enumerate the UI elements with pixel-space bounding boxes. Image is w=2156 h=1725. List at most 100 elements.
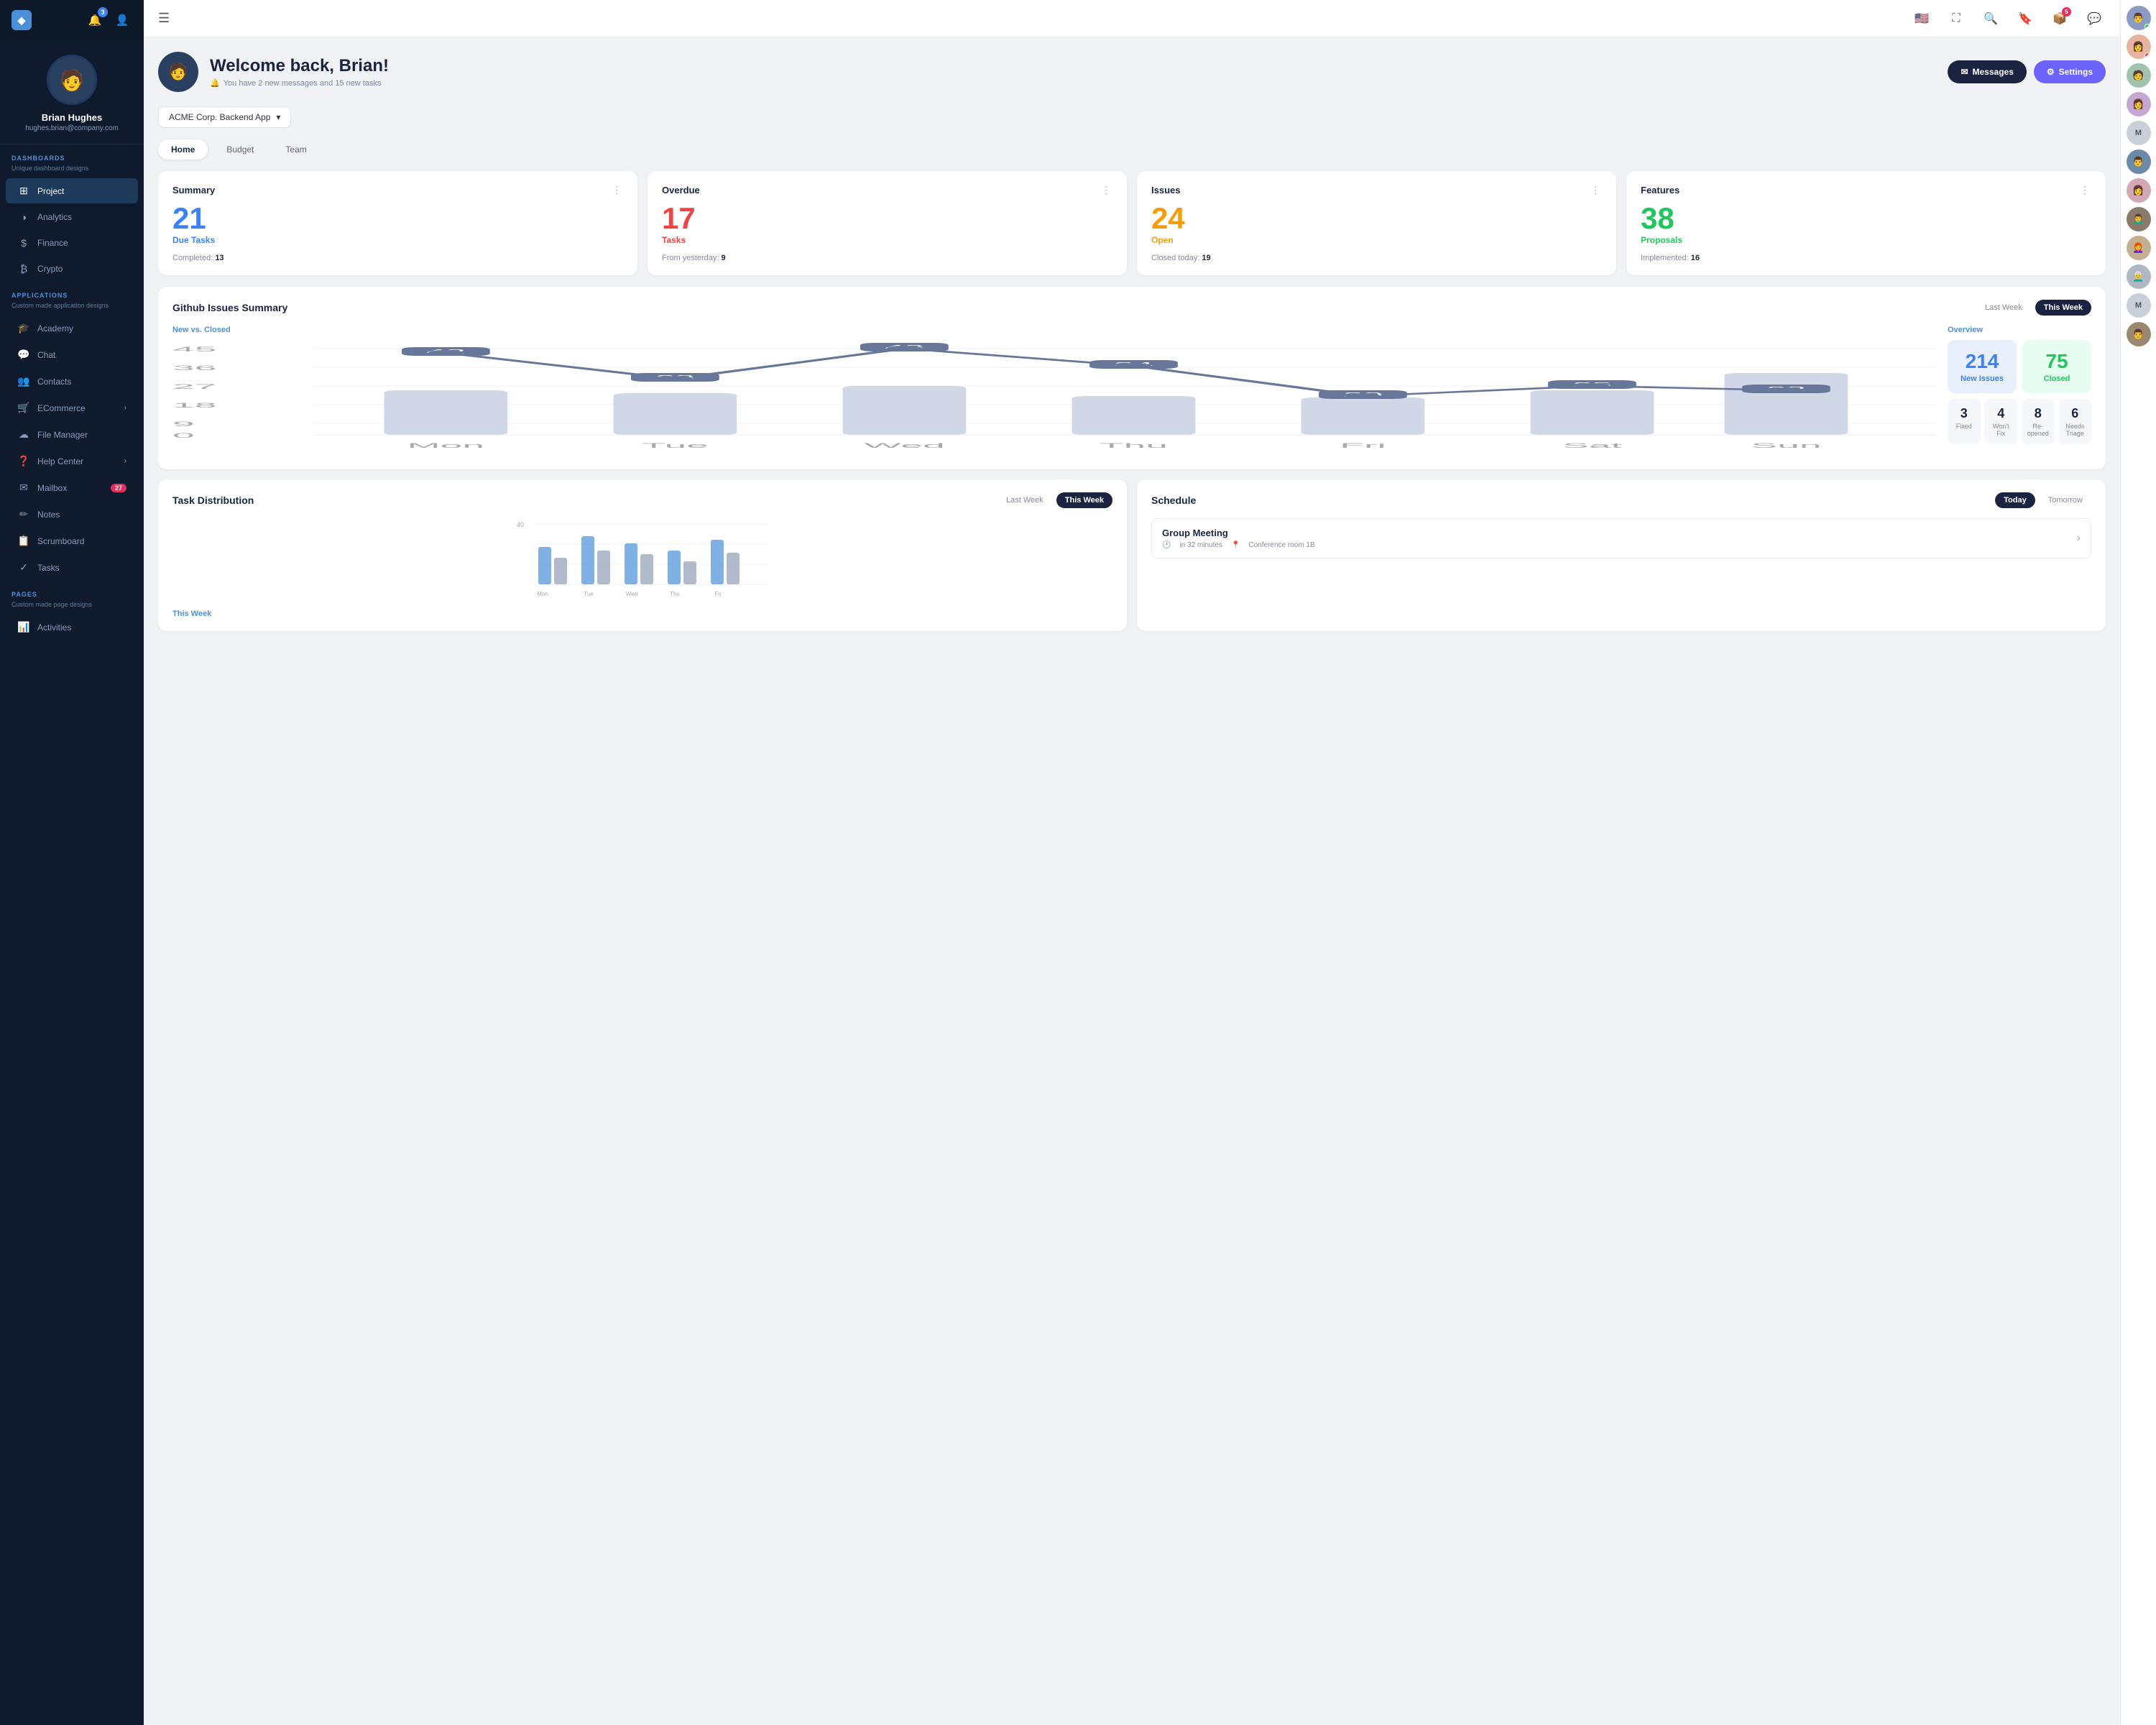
sidebar-item-mailbox[interactable]: ✉ Mailbox 27 — [6, 475, 138, 500]
schedule-item-chevron-icon[interactable]: › — [2077, 532, 2081, 545]
search-icon[interactable]: 🔍 — [1979, 7, 2002, 30]
schedule-day-buttons: Today Tomorrow — [1995, 492, 2091, 508]
tab-home[interactable]: Home — [158, 139, 208, 160]
right-sidebar-avatar-6[interactable]: 👩 — [2127, 178, 2151, 203]
applications-section-sub: Custom made application designs — [0, 302, 144, 315]
notifications-icon[interactable]: 🔔 3 — [85, 10, 105, 30]
dashboards-section-sub: Unique dashboard designs — [0, 165, 144, 178]
sidebar-item-scrumboard[interactable]: 📋 Scrumboard — [6, 528, 138, 553]
messages-icon[interactable]: 💬 — [2083, 7, 2106, 30]
sidebar-item-notes[interactable]: ✏ Notes — [6, 502, 138, 527]
right-sidebar-avatar-9[interactable]: 👨‍🦳 — [2127, 264, 2151, 289]
project-selector[interactable]: ACME Corp. Backend App ▾ — [158, 106, 291, 128]
wontfix-mini-card: 4 Won't Fix — [1985, 399, 2018, 444]
sidebar-item-label: Chat — [37, 350, 55, 360]
gear-icon: ⚙ — [2047, 67, 2055, 77]
sidebar-item-crypto[interactable]: ₿ Crypto — [6, 257, 138, 281]
sidebar-item-academy[interactable]: 🎓 Academy — [6, 316, 138, 341]
right-sidebar: 👨 👩 🧑 👩 M 👨 👩 👨‍🦱 👩‍🦰 👨‍🦳 M 👨 — [2120, 0, 2156, 1725]
right-sidebar-avatar-10[interactable]: 👨 — [2127, 322, 2151, 346]
features-card-menu-icon[interactable]: ⋮ — [2080, 184, 2091, 196]
overdue-card-menu-icon[interactable]: ⋮ — [1101, 184, 1112, 196]
sidebar-item-ecommerce[interactable]: 🛒 ECommerce › — [6, 395, 138, 420]
sidebar-item-project[interactable]: ⊞ Project — [6, 178, 138, 203]
reopened-number: 8 — [2026, 406, 2050, 421]
svg-text:36: 36 — [172, 364, 216, 372]
fullscreen-icon[interactable]: ⛶ — [1945, 7, 1968, 30]
sidebar-item-activities[interactable]: 📊 Activities — [6, 615, 138, 640]
schedule-tomorrow-button[interactable]: Tomorrow — [2040, 492, 2091, 508]
right-sidebar-avatar-5[interactable]: 👨 — [2127, 150, 2151, 174]
features-card-title: Features — [1641, 185, 1680, 196]
helpcenter-icon: ❓ — [17, 455, 30, 467]
right-sidebar-avatar-m2[interactable]: M — [2127, 293, 2151, 318]
settings-button[interactable]: ⚙ Settings — [2034, 60, 2106, 83]
chart-area: 45 36 27 18 9 0 — [172, 341, 1936, 456]
hamburger-menu-icon[interactable]: ☰ — [158, 11, 170, 26]
right-sidebar-avatar-8[interactable]: 👩‍🦰 — [2127, 236, 2151, 260]
schedule-today-button[interactable]: Today — [1995, 492, 2035, 508]
content-wrapper: ☰ 🇺🇸 ⛶ 🔍 🔖 📦 5 💬 🧑 Welcome back, Brian! … — [144, 0, 2156, 1725]
sidebar-top: ◆ 🔔 3 👤 — [0, 0, 144, 40]
wontfix-label: Won't Fix — [1989, 423, 2014, 437]
right-sidebar-avatar-7[interactable]: 👨‍🦱 — [2127, 207, 2151, 231]
features-card-number: 38 — [1641, 203, 2091, 234]
features-card-label: Proposals — [1641, 235, 2091, 245]
reopened-label: Re-opened — [2026, 423, 2050, 437]
task-this-week-button[interactable]: This Week — [1056, 492, 1112, 508]
issues-card-footer: Closed today: 19 — [1151, 254, 1602, 262]
right-sidebar-avatar-1[interactable]: 👨 — [2127, 6, 2151, 30]
academy-icon: 🎓 — [17, 322, 30, 334]
user-profile-icon[interactable]: 👤 — [112, 10, 132, 30]
right-sidebar-avatar-2[interactable]: 👩 — [2127, 34, 2151, 59]
flag-icon[interactable]: 🇺🇸 — [1910, 7, 1933, 30]
sidebar-item-tasks[interactable]: ✓ Tasks — [6, 555, 138, 580]
task-chart-svg: 40 — [172, 518, 1112, 604]
envelope-icon: ✉ — [1961, 67, 1968, 77]
github-issues-panel: Github Issues Summary Last Week This Wee… — [158, 287, 2106, 469]
finance-icon: $ — [17, 237, 30, 249]
summary-card-menu-icon[interactable]: ⋮ — [612, 184, 623, 196]
svg-text:Sun: Sun — [1751, 442, 1821, 449]
messages-button[interactable]: ✉ Messages — [1948, 60, 2026, 83]
sidebar-item-analytics[interactable]: ◑ Analytics — [6, 205, 138, 229]
issues-card: Issues ⋮ 24 Open Closed today: 19 — [1137, 171, 1616, 275]
overview-mini-cards: 3 Fixed 4 Won't Fix 8 Re-opened — [1948, 399, 2091, 444]
header-actions: ✉ Messages ⚙ Settings — [1948, 60, 2106, 83]
summary-card: Summary ⋮ 21 Due Tasks Completed: 13 — [158, 171, 637, 275]
sidebar-item-label: Project — [37, 186, 64, 196]
app-logo[interactable]: ◆ — [11, 10, 32, 30]
svg-text:9: 9 — [172, 420, 195, 428]
task-distribution-title: Task Distribution — [172, 494, 254, 506]
svg-text:0: 0 — [172, 432, 195, 439]
clock-icon: 🕐 — [1162, 541, 1171, 549]
chart-subtitle: New vs. Closed — [172, 326, 1936, 334]
summary-cards: Summary ⋮ 21 Due Tasks Completed: 13 Ove… — [158, 171, 2106, 275]
sidebar-item-label: Contacts — [37, 377, 71, 387]
issues-card-label: Open — [1151, 235, 1602, 245]
issues-card-menu-icon[interactable]: ⋮ — [1590, 184, 1602, 196]
svg-text:Wed: Wed — [626, 591, 637, 597]
sidebar-item-helpcenter[interactable]: ❓ Help Center › — [6, 448, 138, 474]
inbox-icon[interactable]: 📦 5 — [2048, 7, 2071, 30]
fixed-label: Fixed — [1952, 423, 1976, 430]
wontfix-number: 4 — [1989, 406, 2014, 421]
dashboards-section-label: DASHBOARDS — [0, 144, 144, 165]
github-last-week-button[interactable]: Last Week — [1976, 300, 2031, 316]
task-last-week-button[interactable]: Last Week — [998, 492, 1052, 508]
bell-icon: 🔔 — [210, 78, 220, 88]
sidebar-item-filemanager[interactable]: ☁ File Manager — [6, 422, 138, 447]
bookmark-icon[interactable]: 🔖 — [2014, 7, 2037, 30]
tab-budget[interactable]: Budget — [213, 139, 267, 160]
sidebar-item-finance[interactable]: $ Finance — [6, 231, 138, 255]
sidebar-item-chat[interactable]: 💬 Chat — [6, 342, 138, 367]
summary-card-number: 21 — [172, 203, 623, 234]
sidebar-item-label: Activities — [37, 622, 71, 632]
right-sidebar-avatar-3[interactable]: 🧑 — [2127, 63, 2151, 88]
sidebar-item-contacts[interactable]: 👥 Contacts — [6, 369, 138, 394]
tab-team[interactable]: Team — [272, 139, 319, 160]
right-sidebar-avatar-m1[interactable]: M — [2127, 121, 2151, 145]
right-sidebar-avatar-4[interactable]: 👩 — [2127, 92, 2151, 116]
overdue-card-title: Overdue — [662, 185, 700, 196]
github-this-week-button[interactable]: This Week — [2035, 300, 2091, 316]
